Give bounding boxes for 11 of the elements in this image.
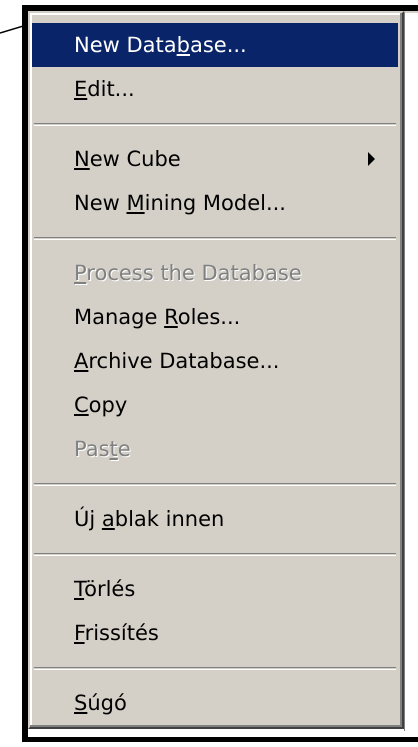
menu-item[interactable]: Manage Roles... [32,295,398,339]
menu-item[interactable]: Archive Database... [32,339,398,383]
menu-item[interactable]: Copy [32,383,398,427]
menu-item[interactable]: Törlés [32,567,398,611]
menu-item[interactable]: Frissítés [32,611,398,655]
menu-item[interactable]: Új ablak innen [32,497,398,541]
menu-item[interactable]: New Cube [32,137,398,181]
menu-item[interactable]: New Database... [32,23,398,67]
menu-item[interactable]: Súgó [32,681,398,725]
menu-item[interactable]: Edit... [32,67,398,111]
menu-item[interactable]: New Mining Model... [32,181,398,225]
